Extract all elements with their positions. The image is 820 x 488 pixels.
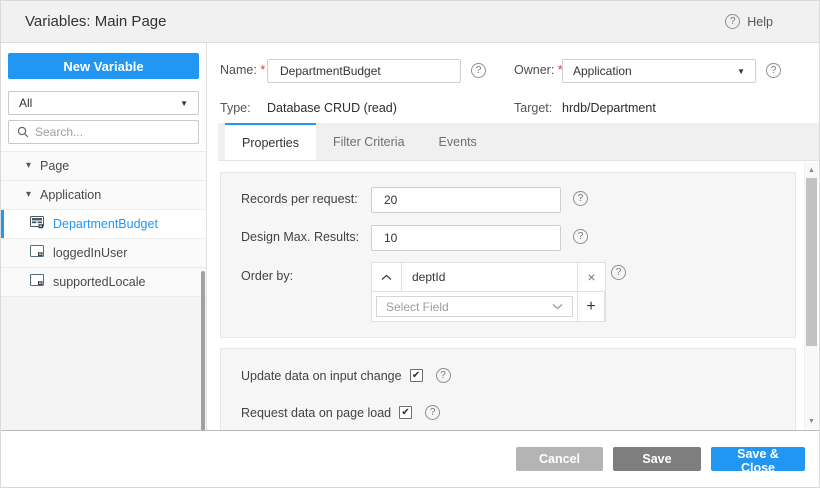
type-label: Type:: [220, 101, 251, 115]
remove-field-button[interactable]: ×: [578, 263, 605, 292]
variables-dialog: Variables: Main Page ? Help New Variable…: [0, 0, 820, 488]
tree-group-label: Application: [40, 188, 102, 202]
order-by-field-input[interactable]: deptId: [402, 263, 578, 292]
static-variable-icon: [30, 274, 44, 290]
tree-item-label: loggedInUser: [53, 246, 128, 260]
tree-group-page[interactable]: ▾ Page: [1, 152, 206, 181]
new-variable-button[interactable]: New Variable: [8, 53, 199, 79]
sort-direction-button[interactable]: [372, 263, 402, 292]
help-label: Help: [747, 14, 773, 29]
dialog-footer: Cancel Save Save & Close: [1, 430, 819, 487]
request-on-load-label: Request data on page load: [241, 405, 392, 420]
data-settings-group: Records per request: 20 ? Design Max. Re…: [220, 172, 796, 338]
order-by-widget: deptId × Select Field +: [371, 262, 606, 322]
update-on-input-checkbox[interactable]: ✔: [409, 369, 423, 382]
tree-item-label: supportedLocale: [53, 275, 146, 289]
tab-properties[interactable]: Properties: [225, 123, 316, 160]
name-help-icon[interactable]: ?: [471, 63, 486, 78]
save-button[interactable]: Save: [613, 447, 701, 471]
dialog-header: Variables: Main Page ? Help: [1, 1, 819, 43]
records-per-request-help-icon[interactable]: ?: [573, 191, 588, 206]
chevron-down-icon: [552, 303, 563, 310]
caret-down-icon: ▼: [737, 66, 745, 76]
crud-variable-icon: [30, 216, 44, 232]
design-max-results-label: Design Max. Results:: [241, 230, 360, 244]
design-max-results-help-icon[interactable]: ?: [573, 229, 588, 244]
design-max-results-input[interactable]: 10: [371, 225, 561, 251]
content-scrollbar[interactable]: ▲ ▼: [804, 163, 818, 429]
owner-select[interactable]: Application ▼: [562, 59, 756, 83]
caret-down-icon: ▼: [180, 98, 188, 108]
variable-detail-pane: Name: * DepartmentBudget ? Owner: * Appl…: [208, 43, 819, 430]
required-asterisk: *: [260, 63, 266, 77]
type-value: Database CRUD (read): [267, 101, 397, 115]
tree-item-label: DepartmentBudget: [53, 217, 158, 231]
update-on-input-row: Update data on input change ✔ ?: [241, 368, 451, 383]
page-title: Variables: Main Page: [25, 13, 167, 30]
variables-tree: ▾ Page ▾ Application DepartmentBudget lo…: [1, 151, 206, 297]
request-on-load-help-icon[interactable]: ?: [425, 405, 441, 420]
order-by-help-icon[interactable]: ?: [611, 265, 626, 280]
check-icon: ✔: [411, 369, 421, 381]
properties-tab-panel: Records per request: 20 ? Design Max. Re…: [208, 162, 819, 430]
tree-group-application[interactable]: ▾ Application: [1, 181, 206, 210]
variable-filter-value: All: [19, 96, 33, 110]
owner-value: Application: [573, 64, 632, 78]
search-icon: [17, 126, 29, 138]
select-field-dropdown[interactable]: Select Field: [376, 296, 573, 317]
update-on-input-label: Update data on input change: [241, 368, 402, 383]
scroll-up-icon[interactable]: ▲: [805, 167, 818, 174]
records-per-request-input[interactable]: 20: [371, 187, 561, 213]
target-label: Target:: [514, 101, 553, 115]
detail-tabs: Properties Filter Criteria Events: [218, 123, 819, 161]
sidebar-scrollbar-thumb[interactable]: [201, 271, 205, 430]
add-field-button[interactable]: +: [578, 292, 605, 321]
tab-events[interactable]: Events: [422, 123, 494, 160]
scrollbar-thumb[interactable]: [806, 178, 817, 346]
behavior-settings-group: Update data on input change ✔ ? Request …: [220, 348, 796, 430]
save-and-close-button[interactable]: Save & Close: [711, 447, 805, 475]
help-circle-icon: ?: [725, 14, 741, 29]
tree-item-loggedinuser[interactable]: loggedInUser: [1, 239, 206, 268]
static-variable-icon: [30, 245, 44, 261]
order-by-label: Order by:: [241, 269, 294, 283]
tree-item-supportedlocale[interactable]: supportedLocale: [1, 268, 206, 297]
search-placeholder: Search...: [35, 125, 84, 139]
update-on-input-help-icon[interactable]: ?: [435, 368, 451, 383]
collapse-caret-icon[interactable]: ▾: [26, 161, 31, 171]
request-on-load-row: Request data on page load ✔ ?: [241, 405, 441, 420]
variables-sidebar: New Variable All ▼ Search... ▾ Page ▾ Ap…: [1, 43, 207, 430]
search-input[interactable]: Search...: [8, 120, 199, 144]
order-by-select-cell: Select Field: [372, 292, 578, 321]
check-icon: ✔: [401, 406, 410, 418]
tree-item-departmentbudget[interactable]: DepartmentBudget: [1, 210, 206, 239]
chevron-up-icon: [381, 274, 392, 281]
collapse-caret-icon[interactable]: ▾: [26, 190, 31, 200]
help-button[interactable]: ? Help: [725, 14, 795, 29]
scroll-down-icon[interactable]: ▼: [805, 418, 818, 425]
records-per-request-label: Records per request:: [241, 192, 358, 206]
cancel-button[interactable]: Cancel: [516, 447, 603, 471]
owner-help-icon[interactable]: ?: [766, 63, 781, 78]
owner-label: Owner: *: [514, 63, 563, 77]
variable-filter-select[interactable]: All ▼: [8, 91, 199, 115]
tab-filter-criteria[interactable]: Filter Criteria: [316, 123, 422, 160]
name-input[interactable]: DepartmentBudget: [267, 59, 461, 83]
sidebar-controls: New Variable All ▼ Search...: [1, 43, 206, 151]
tree-group-label: Page: [40, 159, 70, 173]
name-label: Name: *: [220, 63, 266, 77]
target-value: hrdb/Department: [562, 101, 656, 115]
request-on-load-checkbox[interactable]: ✔: [399, 406, 413, 419]
select-field-placeholder: Select Field: [386, 299, 449, 314]
